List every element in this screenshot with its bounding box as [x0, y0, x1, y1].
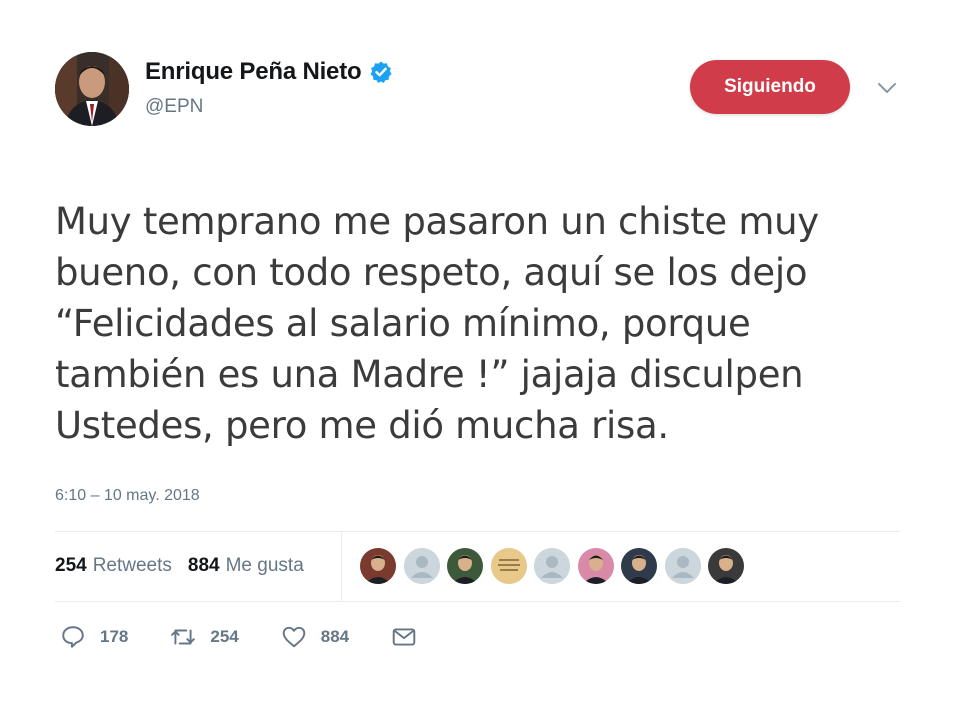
- following-button[interactable]: Siguiendo: [690, 60, 850, 114]
- verified-badge-icon: [370, 61, 392, 83]
- retweet-count: 254: [210, 627, 239, 646]
- tweet-actions: 178 254 884: [60, 624, 459, 650]
- retweets-label[interactable]: Retweets: [93, 555, 172, 577]
- name-row: Enrique Peña Nieto: [145, 58, 393, 86]
- like-count: 884: [320, 627, 350, 646]
- tweet-line: Ustedes, pero me dió mucha risa.: [55, 404, 669, 447]
- default-avatar-icon: [534, 548, 570, 584]
- retweets-count[interactable]: 254: [55, 555, 87, 577]
- tweet-timestamp[interactable]: 6:10 – 10 may. 2018: [55, 487, 200, 505]
- like-icon[interactable]: [281, 624, 307, 650]
- avatar-image: [55, 52, 129, 126]
- tweet-line: también es una Madre !” jajaja disculpen: [55, 353, 804, 396]
- tweet-card: Enrique Peña Nieto @EPN Siguiendo Muy te…: [0, 0, 960, 720]
- liker-avatar[interactable]: [621, 548, 657, 584]
- liker-avatar[interactable]: [577, 548, 614, 584]
- divider: [55, 601, 900, 602]
- avatar-image: [621, 548, 657, 584]
- like-action[interactable]: 884: [281, 624, 349, 650]
- likes-label[interactable]: Me gusta: [226, 555, 304, 577]
- avatar-image: [490, 548, 527, 584]
- reply-icon[interactable]: [60, 624, 86, 650]
- liker-avatar[interactable]: [664, 548, 701, 584]
- profile-avatar[interactable]: [55, 52, 129, 126]
- tweet-line: “Felicidades al salario mínimo, porque: [55, 302, 751, 345]
- divider: [55, 531, 900, 532]
- reply-action[interactable]: 178: [60, 624, 128, 650]
- liker-avatar[interactable]: [490, 548, 527, 584]
- chevron-down-icon[interactable]: [876, 80, 898, 96]
- user-handle[interactable]: @EPN: [145, 96, 203, 118]
- default-avatar-icon: [403, 548, 440, 584]
- retweet-action[interactable]: 254: [170, 624, 239, 650]
- likes-count[interactable]: 884: [188, 555, 220, 577]
- retweet-icon[interactable]: [170, 624, 196, 650]
- stats-divider: [341, 531, 342, 601]
- default-avatar-icon: [664, 548, 701, 584]
- liker-avatar[interactable]: [360, 548, 396, 584]
- avatar-image: [360, 548, 396, 584]
- avatar-image: [577, 548, 614, 584]
- display-name[interactable]: Enrique Peña Nieto: [145, 58, 362, 86]
- tweet-stats: 254 Retweets 884 Me gusta: [55, 555, 320, 577]
- liker-avatar[interactable]: [708, 548, 744, 584]
- liker-avatar[interactable]: [534, 548, 570, 584]
- reply-count: 178: [100, 627, 129, 646]
- liker-avatar[interactable]: [403, 548, 440, 584]
- message-action[interactable]: [391, 624, 417, 650]
- avatar-image: [708, 548, 744, 584]
- message-icon[interactable]: [391, 624, 417, 650]
- tweet-line: Muy temprano me pasaron un chiste muy: [55, 200, 819, 243]
- liker-avatars: [360, 548, 752, 584]
- tweet-line: bueno, con todo respeto, aquí se los dej…: [55, 251, 808, 294]
- liker-avatar[interactable]: [447, 548, 483, 584]
- tweet-text: Muy temprano me pasaron un chiste muy bu…: [55, 196, 915, 451]
- avatar-image: [447, 548, 483, 584]
